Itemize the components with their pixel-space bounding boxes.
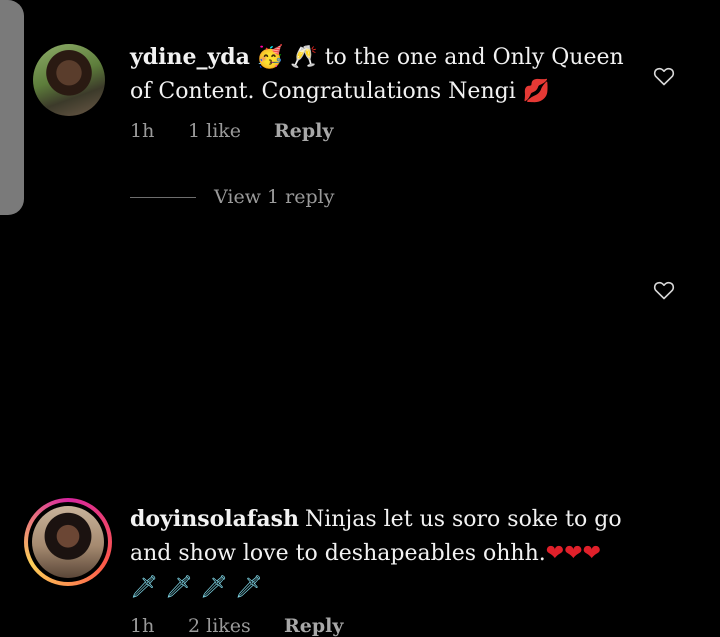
comment-likes[interactable]: 1 like: [188, 120, 274, 142]
avatar-ring-gap: [28, 502, 108, 582]
view-replies-button[interactable]: View 1 reply: [130, 186, 334, 208]
comment-text: ydine_yda 🥳 🥂 to the one and Only Queen o…: [130, 40, 630, 109]
comment-username[interactable]: doyinsolafash: [130, 506, 299, 532]
view-replies-label: View 1 reply: [214, 186, 335, 208]
avatar[interactable]: [33, 44, 105, 116]
view-replies-line: [130, 196, 196, 198]
comment-time: 1h: [130, 615, 155, 637]
comment-likes[interactable]: 2 likes: [188, 615, 284, 637]
dagger-emojis: 🗡 🗡 🗡 🗡: [130, 575, 263, 600]
avatar: [32, 506, 104, 578]
party-emoji: 🥳 🥂: [255, 45, 318, 70]
comment-text: doyinsolafash Ninjas let us soro soke to …: [130, 502, 630, 605]
reply-button[interactable]: Reply: [274, 120, 333, 142]
heart-outline-icon[interactable]: [652, 64, 676, 88]
reply-button[interactable]: Reply: [284, 615, 343, 637]
scroll-edge-handle[interactable]: [0, 0, 24, 215]
avatar-story-ring[interactable]: [24, 498, 112, 586]
heart-emojis: ❤❤❤: [545, 541, 602, 566]
kiss-emoji: 💋: [522, 79, 551, 104]
comment-meta: 1h 2 likes Reply: [130, 615, 343, 637]
comment-username[interactable]: ydine_yda: [130, 44, 250, 70]
comment-meta: 1h 1 like Reply: [130, 120, 333, 142]
heart-outline-icon[interactable]: [652, 278, 676, 302]
comment-time: 1h: [130, 120, 155, 142]
